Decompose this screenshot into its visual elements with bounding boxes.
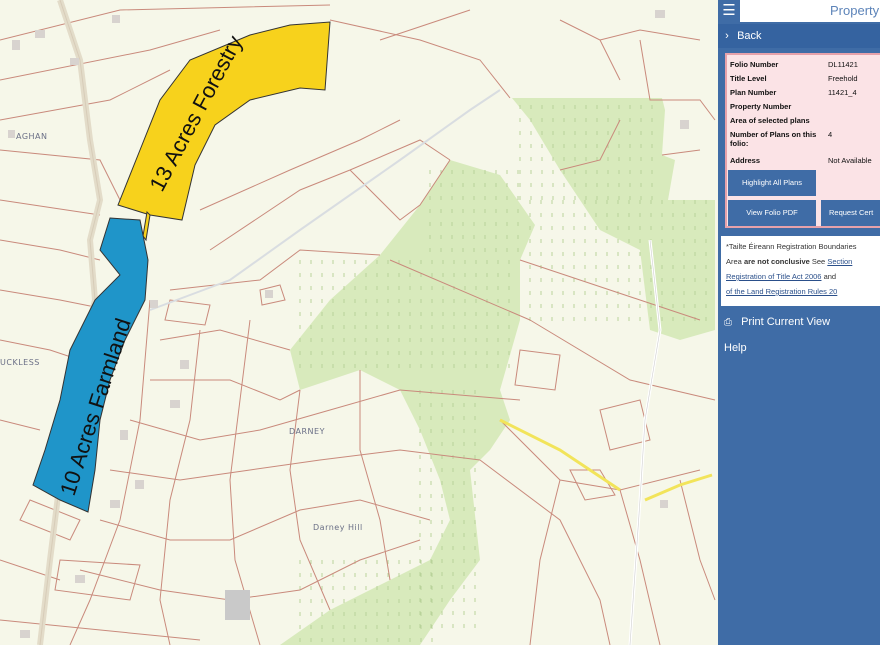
highlight-all-plans-button[interactable]: Highlight All Plans	[728, 170, 816, 196]
help-link[interactable]: Help	[718, 336, 880, 360]
info-value: Not Available	[828, 156, 872, 165]
note-text: and	[821, 272, 837, 281]
info-value: 4	[828, 130, 833, 139]
place-label-uckless: UCKLESS	[0, 358, 40, 367]
map-canvas: 13 Acres Forestry 10 Acres Farmland AGHA…	[0, 0, 718, 645]
info-key: Plan Number	[730, 88, 777, 97]
note-line-3: Registration of Title Act 2006 and	[726, 269, 880, 284]
place-label-aghan: AGHAN	[16, 132, 48, 141]
note-line-2: Area are not conclusive See Section	[726, 254, 880, 269]
info-key: Area of selected plans	[730, 116, 810, 125]
place-label-darney: DARNEY	[289, 427, 325, 436]
back-label: Back	[737, 30, 762, 42]
note-line-4: of the Land Registration Rules 20	[726, 284, 880, 299]
hamburger-icon[interactable]: ☰	[718, 0, 740, 22]
info-key: Folio Number	[730, 60, 779, 69]
print-label: Print Current View	[741, 316, 831, 328]
info-key: Title Level	[730, 74, 767, 83]
info-key: Address	[730, 156, 761, 165]
info-value: 11421_4	[828, 88, 857, 97]
rules-link[interactable]: of the Land Registration Rules 20	[726, 287, 837, 296]
request-cert-button[interactable]: Request Cert	[821, 200, 880, 226]
act-link[interactable]: Registration of Title Act 2006	[726, 272, 821, 281]
note-line-1: *Tailte Éireann Registration Boundaries	[726, 242, 857, 251]
map-view[interactable]: 13 Acres Forestry 10 Acres Farmland AGHA…	[0, 0, 718, 645]
panel-header: ☰ Property	[718, 0, 880, 22]
print-icon: ⎙	[724, 317, 732, 328]
info-value: DL11421	[828, 60, 858, 69]
chevron-right-icon: ›	[725, 30, 729, 42]
print-current-view-button[interactable]: ⎙ Print Current View	[718, 310, 880, 334]
note-text: See	[809, 257, 828, 266]
help-label: Help	[724, 342, 747, 354]
registration-note: *Tailte Éireann Registration Boundaries …	[721, 236, 880, 306]
folio-info-box: Folio Number DL11421 Title Level Freehol…	[725, 53, 880, 228]
note-bold: are not conclusive	[743, 257, 810, 266]
info-key: Number of Plans on this folio:	[730, 130, 817, 148]
info-key: Property Number	[730, 102, 792, 111]
place-label-darney-hill: Darney Hill	[313, 523, 363, 532]
back-button[interactable]: › Back	[718, 24, 880, 48]
info-value: Freehold	[828, 74, 858, 83]
panel-title: Property	[830, 3, 880, 18]
note-text: Area	[726, 257, 744, 266]
property-panel: ☰ Property › Back Folio Number DL11421 T…	[718, 0, 880, 645]
view-folio-pdf-button[interactable]: View Folio PDF	[728, 200, 816, 226]
section-link[interactable]: Section	[827, 257, 852, 266]
